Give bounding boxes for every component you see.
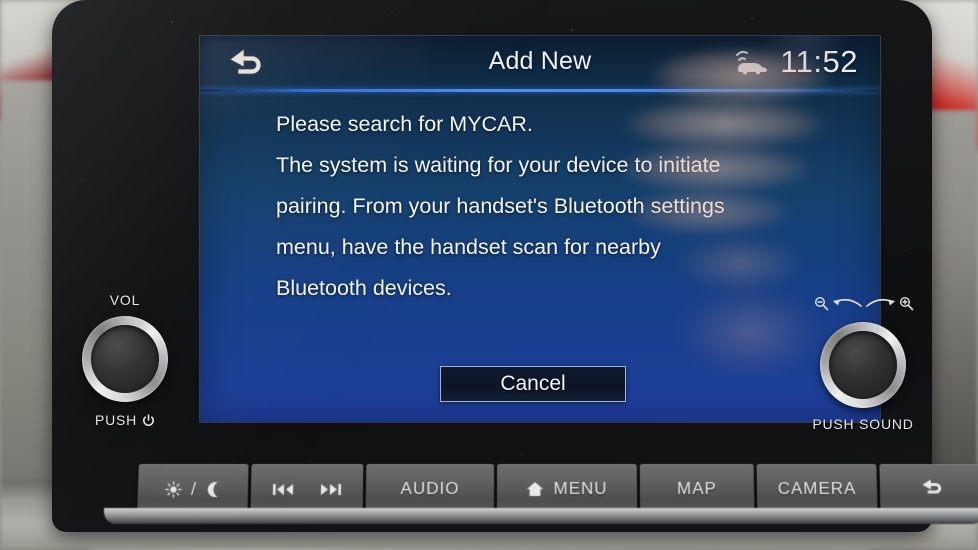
back-arrow-icon [919,478,946,500]
hardkey-brightness[interactable]: / [137,464,249,514]
connected-car-icon [734,49,768,75]
message-line: menu, have the handset scan for nearby [276,235,661,259]
previous-track-icon[interactable] [272,482,294,497]
hardkey-bar-base [104,508,978,524]
power-icon [142,413,155,427]
clock-display: 11:52 [780,44,858,79]
volume-knob-group: VOL PUSH [82,292,168,428]
next-track-icon[interactable] [320,482,342,497]
slash-divider: / [190,478,198,499]
screenshot-root: Add New 11:52 Please search for MYCAR. T… [0,0,978,550]
arrow-right-icon [865,297,897,310]
screen-header: Add New 11:52 [200,36,880,92]
arrow-left-icon [831,297,863,310]
pairing-message: Please search for MYCAR. The system is w… [276,104,836,309]
home-icon [526,481,544,497]
moon-icon [206,481,221,498]
volume-knob[interactable] [82,316,168,402]
head-unit-chassis: Add New 11:52 Please search for MYCAR. T… [52,0,978,532]
sun-icon [165,481,182,498]
message-line: The system is waiting for your device to… [276,153,721,177]
hardkey-camera[interactable]: CAMERA [756,464,878,514]
header-status-group: 11:52 [734,44,858,80]
hardkey-track-controls[interactable] [250,464,364,514]
hardkey-label: MAP [676,479,718,498]
volume-push-label: PUSH [82,412,168,428]
hardkey-audio[interactable]: AUDIO [365,464,495,514]
sound-zoom-knob[interactable] [820,322,906,408]
sound-push-label: PUSH SOUND [812,416,914,432]
zoom-out-icon [814,296,829,311]
hardkey-menu[interactable]: MENU [496,464,638,514]
push-text: PUSH [94,412,138,428]
volume-knob-label: VOL [109,292,141,308]
message-line: Bluetooth devices. [276,276,452,300]
hardkey-label: CAMERA [777,479,857,498]
zoom-indicator-row [814,290,914,316]
hardkey-label: MENU [553,479,608,498]
message-line: Please search for MYCAR. [276,112,533,136]
zoom-in-icon [899,296,914,311]
hardkey-back[interactable] [879,464,978,514]
message-line: pairing. From your handset's Bluetooth s… [276,194,725,218]
hardkey-map[interactable]: MAP [639,464,755,514]
hardkey-bar: / AUDIO MENU MAP CAMERA [103,464,978,514]
lcd-screen[interactable]: Add New 11:52 Please search for MYCAR. T… [200,36,880,422]
sound-zoom-knob-group: PUSH SOUND [812,296,914,432]
hardkey-label: AUDIO [400,479,460,498]
cancel-button[interactable]: Cancel [440,366,626,402]
